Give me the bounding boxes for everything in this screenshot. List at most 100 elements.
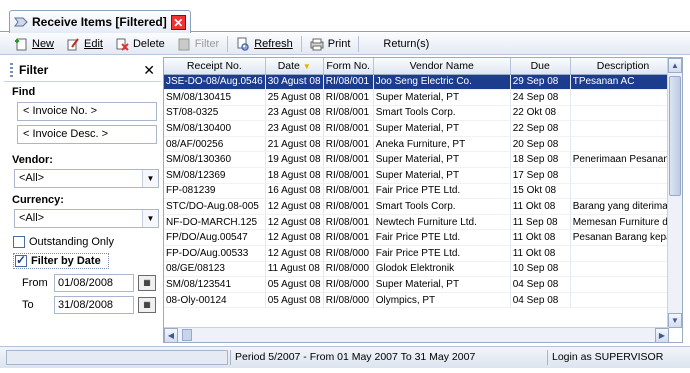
cell-vendor-name[interactable]: Smart Tools Corp. — [373, 105, 511, 122]
cell-description[interactable]: Barang yang diterima — [570, 198, 677, 215]
table-row[interactable]: FP-081239 16 Agust 08 RI/08/001 Fair Price … — [164, 183, 677, 200]
tab-receive-items[interactable]: Receive Items [Filtered] ✕ — [9, 10, 191, 33]
table-row[interactable]: SM/08/130415 25 Agust 08 RI/08/001 Super Ma… — [164, 89, 677, 106]
cell-receipt-no[interactable]: FP-081239 — [164, 183, 266, 200]
table-row[interactable]: ST/08-0325 23 Agust 08 RI/08/001 Smart Tool… — [164, 105, 677, 122]
table-row[interactable]: SM/08/12369 18 Agust 08 RI/08/001 Super Mat… — [164, 167, 677, 184]
cell-description[interactable] — [570, 89, 677, 106]
cell-receipt-no[interactable]: STC/DO-Aug.08-005 — [164, 198, 266, 215]
scroll-left-icon[interactable]: ◀ — [164, 328, 178, 342]
cell-description[interactable] — [570, 183, 677, 200]
from-date-input[interactable]: 01/08/2008 — [54, 274, 134, 292]
cell-form-no[interactable]: RI/08/001 — [323, 229, 374, 247]
scroll-up-icon[interactable]: ▲ — [668, 58, 682, 73]
cell-description[interactable]: Memesan Furniture da — [570, 214, 677, 231]
filter-button[interactable]: Filter — [171, 34, 225, 54]
cell-date[interactable]: 11 Agust 08 — [265, 261, 324, 278]
cell-due[interactable]: 10 Sep 08 — [510, 261, 571, 278]
calendar-icon[interactable]: ▦ — [138, 275, 156, 291]
cell-form-no[interactable]: RI/08/001 — [323, 120, 374, 137]
cell-date[interactable]: 23 Agust 08 — [265, 120, 324, 137]
cell-date[interactable]: 23 Agust 08 — [265, 105, 324, 122]
table-row[interactable]: STC/DO-Aug.08-005 12 Agust 08 RI/08/001 Sma… — [164, 198, 677, 215]
cell-date[interactable]: 05 Agust 08 — [265, 292, 324, 309]
cell-form-no[interactable]: RI/08/000 — [323, 261, 374, 278]
calendar-icon[interactable]: ▦ — [138, 297, 156, 313]
scroll-down-icon[interactable]: ▼ — [668, 313, 682, 328]
close-filter-icon[interactable]: ✕ — [143, 63, 155, 77]
invoice-description-input[interactable]: < Invoice Desc. > — [17, 125, 157, 144]
cell-vendor-name[interactable]: Aneka Furniture, PT — [373, 136, 511, 153]
table-row[interactable]: SM/08/130360 19 Agust 08 RI/08/001 Super Ma… — [164, 151, 677, 169]
cell-receipt-no[interactable]: SM/08/130415 — [164, 89, 266, 106]
column-header-receipt-no[interactable]: Receipt No. — [164, 58, 266, 75]
cell-receipt-no[interactable]: JSE-DO-08/Aug.0546 — [164, 74, 266, 91]
table-row[interactable]: 08/AF/00256 21 Agust 08 RI/08/001 Aneka Fur… — [164, 136, 677, 153]
cell-due[interactable]: 22 Okt 08 — [510, 105, 571, 122]
drag-grip-icon[interactable] — [10, 62, 13, 77]
cell-receipt-no[interactable]: FP/DO/Aug.00547 — [164, 229, 266, 247]
refresh-button[interactable]: Refresh — [230, 34, 299, 54]
cell-date[interactable]: 12 Agust 08 — [265, 245, 324, 262]
vertical-scroll-thumb[interactable] — [669, 76, 681, 196]
cell-form-no[interactable]: RI/08/000 — [323, 276, 374, 293]
table-row[interactable]: SM/08/123541 05 Agust 08 RI/08/000 Super Ma… — [164, 276, 677, 293]
print-button[interactable]: Print — [304, 34, 357, 54]
cell-form-no[interactable]: RI/08/001 — [323, 151, 374, 169]
cell-description[interactable] — [570, 105, 677, 122]
cell-form-no[interactable]: RI/08/001 — [323, 214, 374, 231]
column-header-vendor-name[interactable]: Vendor Name — [373, 58, 511, 75]
cell-vendor-name[interactable]: Fair Price PTE Ltd. — [373, 183, 511, 200]
column-header-description[interactable]: Description — [570, 58, 677, 75]
delete-button[interactable]: Delete — [109, 34, 171, 54]
table-row[interactable]: JSE-DO-08/Aug.0546 30 Agust 08 RI/08/001 Jo… — [164, 74, 677, 91]
cell-description[interactable] — [570, 292, 677, 309]
outstanding-only-row[interactable]: Outstanding Only — [13, 236, 161, 248]
horizontal-scrollbar[interactable]: ◀ ▶ — [164, 327, 669, 342]
cell-receipt-no[interactable]: SM/08/130400 — [164, 120, 266, 137]
cell-form-no[interactable]: RI/08/000 — [323, 245, 374, 262]
table-row[interactable]: FP/DO/Aug.00547 12 Agust 08 RI/08/001 Fair … — [164, 229, 677, 247]
filter-by-date-row[interactable]: Filter by Date — [13, 253, 109, 269]
cell-date[interactable]: 12 Agust 08 — [265, 229, 324, 247]
cell-form-no[interactable]: RI/08/001 — [323, 198, 374, 215]
cell-receipt-no[interactable]: 08/GE/08123 — [164, 261, 266, 278]
cell-vendor-name[interactable]: Super Material, PT — [373, 151, 511, 169]
cell-due[interactable]: 22 Sep 08 — [510, 120, 571, 137]
tab-close-icon[interactable]: ✕ — [170, 14, 186, 30]
cell-description[interactable] — [570, 167, 677, 184]
cell-form-no[interactable]: RI/08/000 — [323, 292, 374, 309]
cell-vendor-name[interactable]: Joo Seng Electric Co. — [373, 74, 511, 91]
cell-due[interactable]: 11 Sep 08 — [510, 214, 571, 231]
cell-due[interactable]: 11 Okt 08 — [510, 229, 571, 247]
cell-receipt-no[interactable]: SM/08/123541 — [164, 276, 266, 293]
cell-description[interactable] — [570, 245, 677, 262]
cell-form-no[interactable]: RI/08/001 — [323, 89, 374, 106]
filter-by-date-checkbox[interactable] — [15, 253, 27, 267]
cell-date[interactable]: 30 Agust 08 — [265, 74, 324, 91]
cell-receipt-no[interactable]: SM/08/12369 — [164, 167, 266, 184]
cell-vendor-name[interactable]: Super Material, PT — [373, 167, 511, 184]
cell-date[interactable]: 16 Agust 08 — [265, 183, 324, 200]
cell-receipt-no[interactable]: 08/AF/00256 — [164, 136, 266, 153]
cell-due[interactable]: 20 Sep 08 — [510, 136, 571, 153]
cell-date[interactable]: 25 Agust 08 — [265, 89, 324, 106]
table-row[interactable]: FP-DO/Aug.00533 12 Agust 08 RI/08/000 Fair … — [164, 245, 677, 262]
cell-description[interactable]: Pesanan Barang kepa — [570, 229, 677, 247]
column-header-form-no[interactable]: Form No. — [323, 58, 374, 75]
cell-due[interactable]: 18 Sep 08 — [510, 151, 571, 169]
cell-date[interactable]: 19 Agust 08 — [265, 151, 324, 169]
cell-due[interactable]: 29 Sep 08 — [510, 74, 571, 91]
table-row[interactable]: NF-DO-MARCH.125 12 Agust 08 RI/08/001 Newte… — [164, 214, 677, 231]
outstanding-only-checkbox[interactable] — [13, 236, 25, 248]
currency-select[interactable]: <All> ▼ — [14, 209, 159, 228]
cell-receipt-no[interactable]: FP-DO/Aug.00533 — [164, 245, 266, 262]
receipts-grid[interactable]: Receipt No. Date ▼ Form No. Vendor Name … — [163, 57, 683, 343]
cell-vendor-name[interactable]: Fair Price PTE Ltd. — [373, 229, 511, 247]
cell-due[interactable]: 04 Sep 08 — [510, 276, 571, 293]
cell-vendor-name[interactable]: Newtech Furniture Ltd. — [373, 214, 511, 231]
cell-due[interactable]: 11 Okt 08 — [510, 198, 571, 215]
scroll-right-icon[interactable]: ▶ — [655, 328, 669, 342]
cell-form-no[interactable]: RI/08/001 — [323, 183, 374, 200]
cell-receipt-no[interactable]: SM/08/130360 — [164, 151, 266, 169]
